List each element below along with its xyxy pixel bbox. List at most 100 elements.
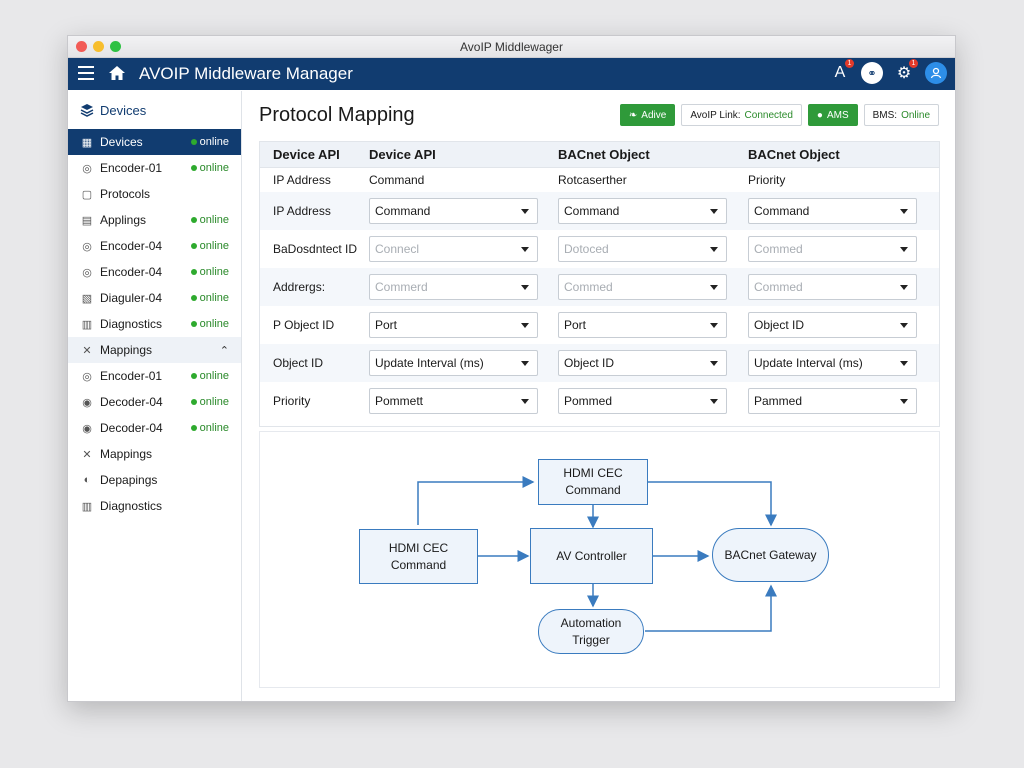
diaguler-icon: ▧ [81, 292, 93, 305]
select-value: Pammed [754, 394, 803, 408]
sidebar-item-label: Diaguler-04 [100, 291, 163, 305]
user-icon[interactable] [925, 62, 947, 84]
caret-down-icon [710, 247, 718, 252]
encoder-icon: ◎ [82, 266, 92, 279]
hdmi-cec-command-node-left[interactable]: HDMI CEC Command [359, 529, 478, 584]
sidebar-item-encoder-04[interactable]: ◎ Encoder-04 online [68, 259, 241, 285]
mapping-select[interactable]: Commerd [369, 274, 538, 300]
select-value: Pommed [564, 394, 613, 408]
diagnostics-icon: ▥ [81, 500, 93, 513]
sidebar-item-mappings[interactable]: ✕ Mappings ⌃ [68, 337, 241, 363]
status-dot-icon [190, 217, 197, 223]
active-status-pill[interactable]: ❧ Adive [619, 104, 676, 126]
table-row: IP Address Command Command Command [260, 192, 939, 230]
select-value: Command [564, 204, 620, 218]
row-label: P Object ID [273, 318, 335, 332]
status-text: online [199, 240, 229, 252]
sidebar-item-depapings[interactable]: ◐ Depapings [68, 467, 241, 493]
bacnet-gateway-node[interactable]: BACnet Gateway [712, 528, 829, 582]
ams-status-pill[interactable]: ● AMS [807, 104, 858, 126]
avoip-link-status: AvoIP Link: Connected [681, 104, 802, 126]
chevron-up-icon[interactable]: ⌃ [220, 344, 229, 357]
caret-down-icon [521, 361, 529, 366]
mapping-select[interactable]: Commed [558, 274, 727, 300]
sidebar-item-applings[interactable]: ▤ Applings online [68, 207, 241, 233]
alerts-icon[interactable]: A1 [829, 59, 854, 84]
status-badge: online [190, 240, 229, 252]
mapping-select[interactable]: Command [558, 198, 727, 224]
sidebar-header[interactable]: Devices [68, 91, 241, 129]
sidebar-item-decoder-04[interactable]: ◉ Decoder-04 online [68, 415, 241, 441]
select-value: Commerd [375, 280, 428, 294]
edge-trigger-to-gateway [645, 584, 777, 632]
table-row: Object ID Update Interval (ms) Object ID Up… [260, 344, 939, 382]
table-row: P Object ID Port Port Object ID [260, 306, 939, 344]
sidebar-item-diagnostics[interactable]: ▥ Diagnostics [68, 493, 241, 519]
status-badge: online [190, 422, 229, 434]
mapping-select[interactable]: Object ID [558, 350, 727, 376]
mapping-select[interactable]: Port [558, 312, 727, 338]
bms-label: BMS: [872, 109, 898, 121]
mapping-select[interactable]: Commed [748, 236, 917, 262]
sidebar-item-encoder-01[interactable]: ◎ Encoder-01 online [68, 363, 241, 389]
hdmi-cec-command-node-top[interactable]: HDMI CEC Command [538, 459, 648, 505]
caret-down-icon [900, 285, 908, 290]
select-value: Object ID [754, 318, 805, 332]
hamburger-menu-icon[interactable] [78, 66, 94, 80]
layers-icon [80, 104, 94, 117]
mapping-select[interactable]: Command [748, 198, 917, 224]
node-label: HDMI CEC Command [563, 466, 623, 497]
node-label: AV Controller [556, 548, 627, 563]
sidebar-item-devices[interactable]: ▦ Devices online [68, 129, 241, 155]
select-value: Port [564, 318, 587, 332]
mapping-select[interactable]: Object ID [748, 312, 917, 338]
gear-icon[interactable]: ⚙ 1 [893, 59, 918, 84]
mapping-select[interactable]: Commed [748, 274, 917, 300]
status-badge: online [190, 162, 229, 174]
mapping-select[interactable]: Port [369, 312, 538, 338]
devices-icon: ▦ [81, 136, 93, 149]
ams-icon: ● [816, 109, 823, 121]
sidebar-item-protocols[interactable]: ▢ Protocols [68, 181, 241, 207]
notification-badge: 1 [845, 59, 854, 68]
mapping-select[interactable]: Dotoced [558, 236, 727, 262]
sidebar-item-diaguler-04[interactable]: ▧ Diaguler-04 online [68, 285, 241, 311]
row-label: Addrergs: [273, 280, 326, 294]
mapping-select[interactable]: Connecl [369, 236, 538, 262]
caret-down-icon [710, 323, 718, 328]
sidebar-item-diagnostics[interactable]: ▥ Diagnostics online [68, 311, 241, 337]
network-icon[interactable]: ⚭ [861, 62, 883, 84]
sidebar-item-encoder-01[interactable]: ◎ Encoder-01 online [68, 155, 241, 181]
node-label: BACnet Gateway [724, 547, 817, 562]
sidebar-item-decoder-04[interactable]: ◉ Decoder-04 online [68, 389, 241, 415]
decoder-icon: ◉ [82, 396, 92, 409]
home-icon[interactable] [108, 64, 126, 87]
grid-subheader: IP Address [273, 173, 331, 187]
mapping-select[interactable]: Update Interval (ms) [748, 350, 917, 376]
grid-subheader: Priority [748, 173, 786, 187]
status-dot-icon [190, 425, 197, 431]
automation-trigger-node[interactable]: Automation Trigger [538, 609, 644, 654]
mapping-select[interactable]: Update Interval (ms) [369, 350, 538, 376]
sidebar-item-encoder-04[interactable]: ◎ Encoder-04 online [68, 233, 241, 259]
active-status-label: Adive [641, 109, 667, 121]
mapping-select[interactable]: Pommett [369, 388, 538, 414]
status-bar: ❧ Adive AvoIP Link: Connected ● AMS BMS:… [619, 104, 939, 126]
sidebar-item-label: Encoder-01 [100, 369, 163, 383]
av-controller-node[interactable]: AV Controller [530, 528, 653, 584]
mapping-select[interactable]: Pammed [748, 388, 917, 414]
sidebar-item-label: Mappings [100, 447, 153, 461]
status-text: online [199, 318, 229, 330]
mapping-select[interactable]: Pommed [558, 388, 727, 414]
link-label: AvoIP Link: [690, 109, 741, 121]
select-value: Pommett [375, 394, 424, 408]
status-dot-icon [190, 165, 197, 171]
sidebar-item-mappings[interactable]: ✕ Mappings [68, 441, 241, 467]
sidebar-item-label: Protocols [100, 187, 151, 201]
encoder-icon: ◎ [82, 162, 92, 175]
caret-down-icon [521, 247, 529, 252]
sidebar-item-label: Depapings [100, 473, 158, 487]
grid-subheader-row: IP Address Command Rotcaserther Priority [260, 168, 939, 192]
row-label: IP Address [273, 204, 331, 218]
mapping-select[interactable]: Command [369, 198, 538, 224]
